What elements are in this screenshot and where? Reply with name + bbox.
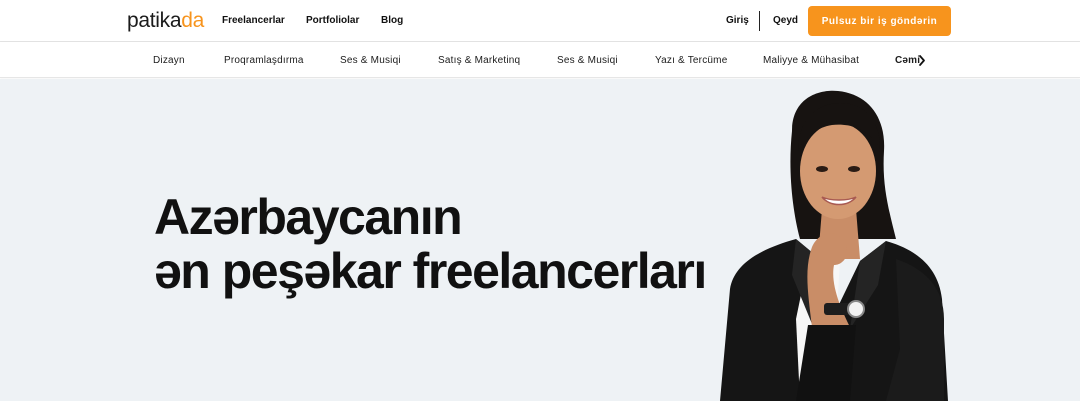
category-programming[interactable]: Proqramlaşdırma	[224, 54, 304, 67]
top-header: patikada Freelancerlar Portfoliolar Blog…	[0, 0, 1080, 42]
nav-portfolios[interactable]: Portfoliolar	[306, 14, 359, 28]
patikada-logo[interactable]: patikada	[127, 8, 204, 34]
category-audio-music-2[interactable]: Ses & Musiqi	[557, 54, 618, 67]
header-divider	[759, 11, 760, 31]
chevron-right-icon[interactable]	[918, 54, 926, 67]
logo-part-2: da	[181, 9, 205, 32]
category-audio-music[interactable]: Ses & Musiqi	[340, 54, 401, 67]
hero-section: Azərbaycanın ən peşəkar freelancerları	[0, 79, 1080, 401]
category-all[interactable]: Cəmi	[895, 54, 920, 67]
category-finance-accounting[interactable]: Maliyye & Mühasibat	[763, 54, 859, 67]
register-link[interactable]: Qeyd	[773, 14, 798, 28]
post-job-button[interactable]: Pulsuz bir iş göndərin	[808, 6, 951, 36]
login-link[interactable]: Giriş	[726, 14, 749, 28]
nav-blog[interactable]: Blog	[381, 14, 403, 28]
freelancer-portrait-image	[720, 90, 948, 401]
category-sales-marketing[interactable]: Satış & Marketinq	[438, 54, 520, 67]
nav-freelancers[interactable]: Freelancerlar	[222, 14, 285, 28]
logo-part-1: patika	[127, 9, 182, 32]
category-bar: Dizayn Proqramlaşdırma Ses & Musiqi Satı…	[0, 42, 1080, 78]
hero-headline-line-2: ən peşəkar freelancerları	[154, 243, 707, 299]
category-writing-translation[interactable]: Yazı & Tercüme	[655, 54, 727, 67]
category-design[interactable]: Dizayn	[153, 54, 185, 67]
hero-headline-line-1: Azərbaycanın	[154, 189, 463, 245]
